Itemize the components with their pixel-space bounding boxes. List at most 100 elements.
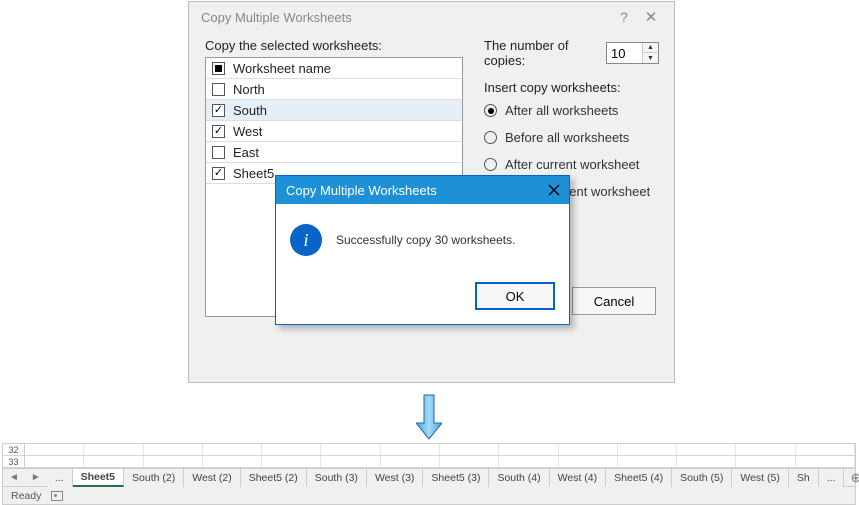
insert-position-option[interactable]: Before all worksheets [484, 130, 659, 145]
worksheet-name: South [233, 103, 267, 118]
radio-label: Before all worksheets [505, 130, 629, 145]
cell[interactable] [559, 444, 618, 455]
cell[interactable] [618, 456, 677, 467]
cell[interactable] [796, 444, 855, 455]
sheet-tab[interactable]: South (2) [124, 469, 184, 487]
radio-icon[interactable] [484, 158, 497, 171]
cell[interactable] [381, 456, 440, 467]
cell[interactable] [499, 444, 558, 455]
cell[interactable] [262, 444, 321, 455]
sheet-tab[interactable]: West (5) [732, 469, 788, 487]
worksheet-name: North [233, 82, 265, 97]
cell[interactable] [25, 444, 84, 455]
copies-row: The number of copies: ▲ ▼ [484, 38, 659, 68]
arrow-down-icon [416, 393, 442, 441]
copies-label: The number of copies: [484, 38, 600, 68]
cancel-button[interactable]: Cancel [572, 287, 656, 315]
sheet-tab[interactable]: Sheet5 [73, 469, 124, 487]
sheet-tab[interactable]: West (2) [184, 469, 240, 487]
copies-spinner: ▲ ▼ [606, 42, 659, 64]
worksheet-checkbox[interactable] [212, 83, 225, 96]
sheet-tab[interactable]: Sheet5 (4) [606, 469, 672, 487]
list-item[interactable]: West [206, 121, 462, 142]
sheet-tab[interactable]: South (5) [672, 469, 732, 487]
sheet-tab[interactable]: Sheet5 (2) [241, 469, 307, 487]
spin-down-icon[interactable]: ▼ [643, 53, 658, 63]
sheet-tab[interactable]: West (4) [550, 469, 606, 487]
cell[interactable] [381, 444, 440, 455]
row-header[interactable]: 33 [3, 456, 25, 467]
add-sheet-icon[interactable]: ⊕ [844, 470, 859, 486]
spin-up-icon[interactable]: ▲ [643, 43, 658, 53]
cell[interactable] [321, 456, 380, 467]
message-text: Successfully copy 30 worksheets. [336, 233, 515, 247]
cell[interactable] [677, 456, 736, 467]
message-dialog: Copy Multiple Worksheets i Successfully … [275, 175, 570, 325]
cell[interactable] [144, 444, 203, 455]
cell[interactable] [203, 456, 262, 467]
help-icon[interactable]: ? [612, 9, 636, 25]
list-item[interactable]: North [206, 79, 462, 100]
message-body: i Successfully copy 30 worksheets. [276, 204, 569, 276]
close-icon[interactable]: ✕ [636, 8, 666, 26]
dialog-titlebar: Copy Multiple Worksheets ? ✕ [189, 2, 674, 32]
worksheet-name: East [233, 145, 259, 160]
cell[interactable] [203, 444, 262, 455]
cell[interactable] [144, 456, 203, 467]
cell[interactable] [262, 456, 321, 467]
sheet-tab[interactable]: West (3) [367, 469, 423, 487]
radio-icon[interactable] [484, 131, 497, 144]
cell[interactable] [84, 456, 143, 467]
copies-input[interactable] [607, 46, 642, 61]
cell[interactable] [84, 444, 143, 455]
worksheet-name: Sheet5 [233, 166, 274, 181]
dialog-title: Copy Multiple Worksheets [201, 10, 612, 25]
insert-position-option[interactable]: After all worksheets [484, 103, 659, 118]
cell[interactable] [321, 444, 380, 455]
status-bar: Ready [3, 486, 855, 504]
message-ok-button[interactable]: OK [475, 282, 555, 310]
worksheet-checkbox[interactable] [212, 104, 225, 117]
worksheet-name: West [233, 124, 262, 139]
insert-position-label: Insert copy worksheets: [484, 80, 659, 95]
info-icon: i [290, 224, 322, 256]
worksheet-checkbox[interactable] [212, 125, 225, 138]
cell[interactable] [796, 456, 855, 467]
cell[interactable] [440, 456, 499, 467]
select-all-checkbox[interactable] [212, 62, 225, 75]
sheet-tab[interactable]: South (4) [489, 469, 549, 487]
tab-nav-next-icon[interactable]: ► [25, 472, 47, 483]
cell[interactable] [559, 456, 618, 467]
row-header[interactable]: 32 [3, 444, 25, 455]
grid-rows: 3233 [3, 444, 855, 468]
sheet-tab[interactable]: Sheet5 (3) [423, 469, 489, 487]
list-header-row[interactable]: Worksheet name [206, 58, 462, 79]
radio-label: After current worksheet [505, 157, 639, 172]
radio-icon[interactable] [484, 104, 497, 117]
list-header-label: Worksheet name [233, 61, 331, 76]
cell[interactable] [499, 456, 558, 467]
cell[interactable] [736, 444, 795, 455]
list-item[interactable]: South [206, 100, 462, 121]
grid-row: 32 [3, 444, 855, 456]
cell[interactable] [440, 444, 499, 455]
tab-overflow-right[interactable]: ... [819, 469, 845, 487]
list-item[interactable]: East [206, 142, 462, 163]
sheet-tab[interactable]: South (3) [307, 469, 367, 487]
message-title: Copy Multiple Worksheets [286, 183, 539, 198]
cell[interactable] [25, 456, 84, 467]
tab-nav-prev-icon[interactable]: ◄ [3, 472, 25, 483]
sheet-tab[interactable]: Sh [789, 469, 819, 487]
tab-overflow-left[interactable]: ... [47, 469, 73, 487]
macro-record-icon[interactable] [51, 491, 63, 501]
worksheet-checkbox[interactable] [212, 167, 225, 180]
worksheet-checkbox[interactable] [212, 146, 225, 159]
cell[interactable] [677, 444, 736, 455]
cell[interactable] [736, 456, 795, 467]
message-footer: OK [276, 276, 569, 324]
grid-row: 33 [3, 456, 855, 468]
message-titlebar: Copy Multiple Worksheets [276, 176, 569, 204]
insert-position-option[interactable]: After current worksheet [484, 157, 659, 172]
message-close-icon[interactable] [539, 176, 569, 204]
cell[interactable] [618, 444, 677, 455]
